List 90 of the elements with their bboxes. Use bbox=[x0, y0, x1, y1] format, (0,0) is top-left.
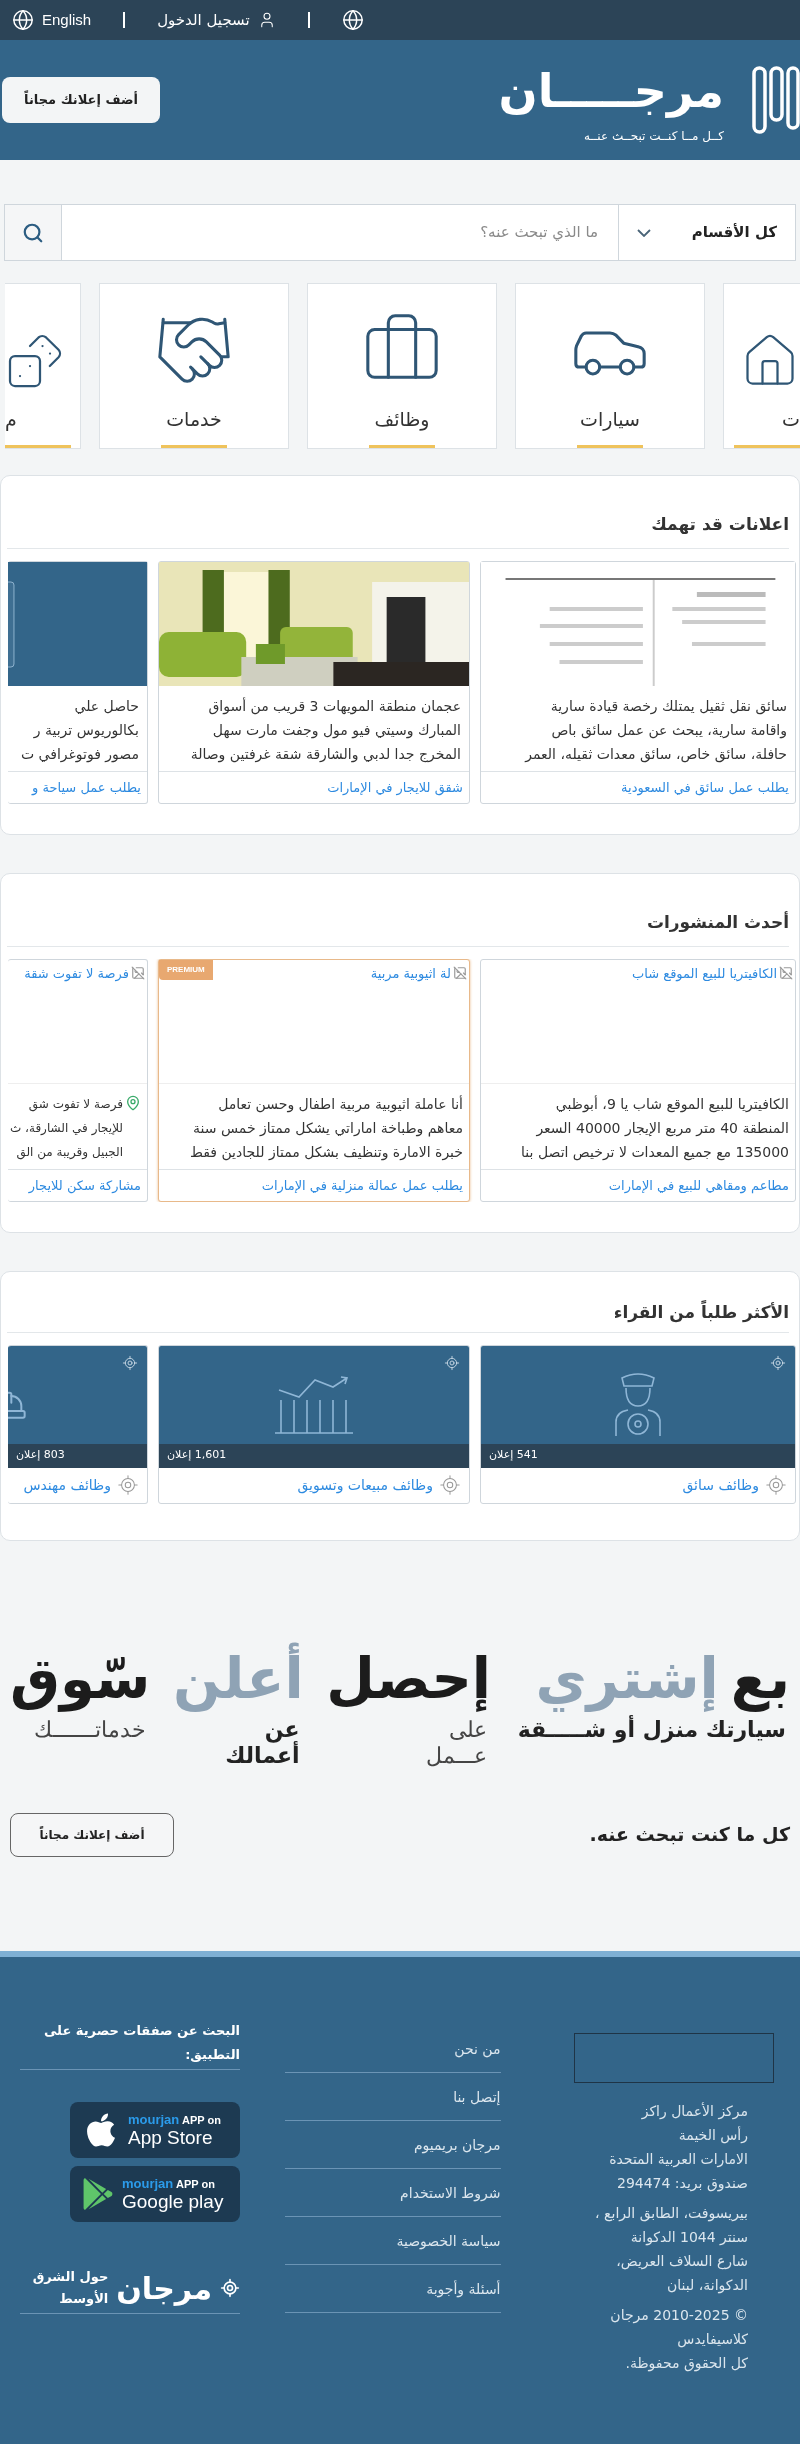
target-icon bbox=[439, 1474, 461, 1496]
image-alt-link[interactable]: لة اثيوبية مربية bbox=[370, 963, 451, 983]
target-icon bbox=[117, 1474, 139, 1496]
post-description: أنا عاملة اثيوبية مربية اطفال وحسن تعامل معاهم وطباخة اماراتي يشكل ممتاز خمس سنة خبرة الامارة وتنظيف بشكل ممتاز للجادين فقط bbox=[189, 1094, 463, 1163]
ad-count: 1,601 إعلان bbox=[167, 1447, 227, 1464]
logo-icon bbox=[752, 66, 800, 134]
target-icon bbox=[122, 1354, 138, 1371]
premium-badge: PREMIUM bbox=[159, 959, 213, 980]
category-link[interactable]: وظائف مبيعات وتسويق bbox=[297, 1474, 433, 1496]
category-card[interactable]: ت bbox=[723, 283, 800, 449]
footer-link[interactable]: أسئلة وأجوبة bbox=[284, 2264, 501, 2313]
category-link[interactable]: وظائف سائق bbox=[682, 1474, 759, 1496]
play-icon bbox=[82, 2177, 114, 2210]
footer-brand-name: مرجان bbox=[116, 2269, 212, 2308]
ad-category-link[interactable]: شقق للايجار في الإمارات bbox=[159, 771, 469, 803]
location-pin-icon bbox=[125, 1094, 141, 1111]
post-category-link[interactable]: يطلب عمل عمالة منزلية في الإمارات bbox=[159, 1169, 469, 1201]
address-text: © 2010-2025 مرجان كلاسيفايدس كل الحقوق محفوظة. bbox=[610, 2305, 748, 2374]
broken-image-icon bbox=[131, 965, 145, 980]
logo-tagline: كــل مــا كنــت تبحــث عنــه bbox=[583, 128, 724, 145]
language-link[interactable]: English bbox=[12, 8, 92, 32]
app-heading: البحث عن صفقات حصرية على التطبيق: bbox=[20, 2018, 240, 2070]
driver-icon bbox=[614, 1371, 662, 1438]
footer-link[interactable]: إتصل بنا bbox=[284, 2072, 501, 2121]
hero-subtitle: على عـــمل bbox=[425, 1716, 489, 1769]
category-tile[interactable]: 803 إعلان وظائف مهندس bbox=[8, 1344, 148, 1504]
category-card[interactable]: وظائف bbox=[307, 283, 497, 449]
ad-category-link[interactable]: يطلب عمل سياحة و bbox=[8, 771, 147, 803]
footer-link[interactable]: سياسة الخصوصية bbox=[284, 2216, 501, 2265]
footer-link[interactable]: شروط الاستخدام bbox=[284, 2168, 501, 2217]
footer-brand-tagline: حول الشرق الأوسط bbox=[31, 2268, 109, 2308]
category-tile[interactable]: 541 إعلان وظائف سائق bbox=[480, 1344, 796, 1504]
ad-count: 803 إعلان bbox=[16, 1447, 65, 1464]
post-ad-button[interactable]: أضف إعلانك مجاناً bbox=[2, 77, 160, 123]
search-icon bbox=[22, 221, 44, 244]
ad-description: عجمان منطقة المويهات 3 قريب من أسواق المبارك وسيتي فيو مول وجفت مارت سهل المخرج جدا لدبي والشارقة شقة غرفتين وصالة bbox=[189, 696, 461, 765]
app-store-badge[interactable]: mourjan APP on Google play bbox=[70, 2165, 240, 2222]
chevron-icon bbox=[637, 228, 651, 237]
category-tile[interactable]: 1,601 إعلان وظائف مبيعات وتسويق bbox=[158, 1344, 470, 1504]
target-icon bbox=[770, 1354, 786, 1371]
ad-category-link[interactable]: يطلب عمل سائق في السعودية bbox=[481, 771, 795, 803]
image-alt-link[interactable]: فرصة لا تفوت شقة bbox=[24, 963, 129, 983]
ad-count: 541 إعلان bbox=[489, 1447, 538, 1464]
category-dropdown[interactable]: كل الأقسام bbox=[618, 204, 796, 261]
ad-description: حاصل علي بكالوريوس تربية ر مصور فوتوغرافي ت bbox=[19, 696, 139, 765]
ad-card[interactable]: عجمان منطقة المويهات 3 قريب من أسواق المبارك وسيتي فيو مول وجفت مارت سهل المخرج جدا لدبي والشارقة شقة غرفتين وصالة شقق للايجار في الإمارات bbox=[158, 560, 470, 804]
post-category-link[interactable]: مشاركة سكن للايجار bbox=[8, 1169, 147, 1201]
address-text: بيريسوفت، الطابق الرابع ، سنتر 1044 الدكوانة شارع السلاف العريض، الدكوانة، لبنان bbox=[595, 2203, 748, 2296]
hero-tagline: كل ما كنت تبحث عنه. bbox=[589, 1822, 790, 1848]
hero-word: بع bbox=[730, 1644, 790, 1714]
post-ad-button[interactable]: أضف إعلانك مجاناً bbox=[10, 1812, 174, 1857]
section-title: أحدث المنشورات bbox=[7, 910, 789, 947]
target-icon bbox=[765, 1474, 787, 1496]
post-description: الكافيتريا للبيع الموقع شاب يا 9، أبوظبي المنطقة 40 متر مربع الإيجار 40000 السعر 135000 مع جميع المعدات لا ترخيص اتصل بنا bbox=[521, 1094, 789, 1163]
hero-subtitle: خدماتـــــــك bbox=[33, 1716, 148, 1743]
ad-card[interactable]: حاصل علي بكالوريوس تربية ر مصور فوتوغرافي ت يطلب عمل سياحة و bbox=[8, 560, 148, 804]
hero-word: أعلن bbox=[172, 1640, 304, 1717]
footer-link[interactable]: مرجان بريميوم bbox=[284, 2120, 501, 2169]
target-icon bbox=[220, 2278, 240, 2298]
hero-word: إحصل bbox=[326, 1644, 492, 1714]
app-store-badge[interactable]: mourjan APP on App Store bbox=[70, 2101, 240, 2158]
footer-link[interactable]: من نحن bbox=[284, 2024, 501, 2073]
hero-word: سّوق bbox=[10, 1644, 151, 1714]
category-card[interactable]: خدمات bbox=[99, 283, 289, 449]
post-category-link[interactable]: مطاعم ومقاهي للبيع في الإمارات bbox=[481, 1169, 795, 1201]
search-field[interactable]: ما الذي تبحث عنه؟ bbox=[62, 204, 618, 261]
target-icon bbox=[444, 1354, 460, 1371]
hero-subtitle: عن أعمالك bbox=[224, 1716, 301, 1769]
image-alt-link[interactable]: الكافيتريا للبيع الموقع شاب bbox=[632, 963, 777, 983]
section-title: اعلانات قد تهمك bbox=[7, 512, 789, 549]
search-button[interactable] bbox=[4, 204, 62, 261]
section-title: الأكثر طلباً من القراء bbox=[7, 1300, 789, 1333]
category-link[interactable]: وظائف مهندس bbox=[23, 1474, 111, 1496]
broken-image-icon bbox=[779, 965, 793, 980]
hero-subtitle: سيارتك منزل أو شـــــقة bbox=[516, 1716, 787, 1743]
post-card[interactable]: فرصة لا تفوت شقة فرصة لا تفوت شق للإيجار في الشارقة، ث الجبيل وقريبة من الق مشاركة سكن للايجار bbox=[8, 958, 148, 1202]
globe-icon[interactable] bbox=[341, 9, 364, 31]
ad-description: سائق نقل ثقيل يمتلك رخصة قيادة سارية واقامة سارية، يبحث عن عمل سائق باص حافلة، سائق خاص، سائق معدات ثقيله، العمر bbox=[523, 696, 787, 765]
post-card[interactable]: الكافيتريا للبيع الموقع شاب الكافيتريا للبيع الموقع شاب يا 9، أبوظبي المنطقة 40 متر مربع الإيجار 40000 السعر 135000 مع جميع المعدات لا ترخيص اتصل بنا مطاعم ومقاهي للبيع في الإمارات bbox=[480, 958, 796, 1202]
hero-word: إشتري bbox=[535, 1644, 719, 1714]
category-card[interactable]: سيارات bbox=[515, 283, 705, 449]
globe-icon bbox=[12, 9, 34, 31]
broken-image-icon bbox=[453, 965, 467, 980]
logo-text: مرجـــــان bbox=[498, 63, 724, 120]
category-card[interactable]: م bbox=[5, 283, 81, 449]
login-link[interactable]: تسجيل الدخول bbox=[157, 8, 276, 32]
ad-card[interactable]: سائق نقل ثقيل يمتلك رخصة قيادة سارية واقامة سارية، يبحث عن عمل سائق باص حافلة، سائق خاص، سائق معدات ثقيله، العمر يطلب عمل سائق في السعودية bbox=[480, 560, 796, 804]
chart-icon bbox=[273, 1374, 355, 1435]
address-text: مركز الأعمال راكز رأس الخيمة الامارات العربية المتحدة صندوق بريد: 294474 bbox=[609, 2101, 748, 2194]
post-description: فرصة لا تفوت شق للإيجار في الشارقة، ث الجبيل وقريبة من الق bbox=[9, 1095, 123, 1162]
